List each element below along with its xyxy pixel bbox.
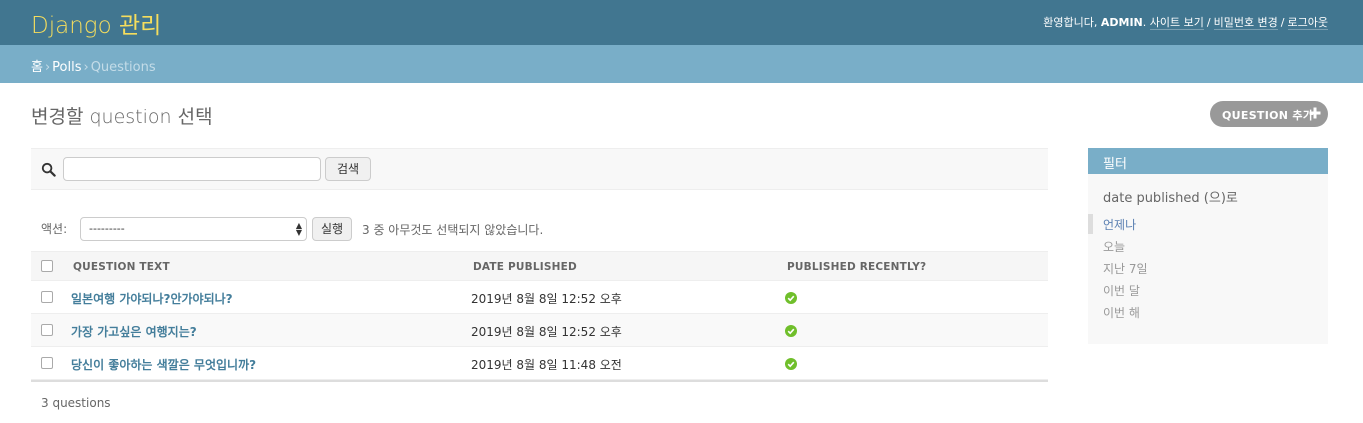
site-header: Django 관리 환영합니다, ADMIN. 사이트 보기 / 비밀번호 변경 / 로… bbox=[0, 0, 1363, 45]
results-table: QUESTION TEXT DATE PUBLISHED PUBLISHED R… bbox=[31, 251, 1048, 382]
search-input[interactable] bbox=[63, 157, 321, 181]
question-link[interactable]: 당신이 좋아하는 색깔은 무엇입니까? bbox=[71, 356, 256, 373]
check-circle-icon bbox=[785, 325, 797, 337]
question-link[interactable]: 가장 가고싶은 여행지는? bbox=[71, 323, 197, 340]
column-date-published[interactable]: DATE PUBLISHED bbox=[473, 261, 577, 273]
filter-list: 언제나 오늘 지난 7일 이번 달 이번 해 bbox=[1088, 214, 1328, 324]
column-question-text[interactable]: QUESTION TEXT bbox=[73, 261, 170, 273]
filter-item-year[interactable]: 이번 해 bbox=[1088, 302, 1328, 324]
check-circle-icon bbox=[785, 358, 797, 370]
table-divider bbox=[31, 380, 1048, 382]
table-header: QUESTION TEXT DATE PUBLISHED PUBLISHED R… bbox=[31, 251, 1048, 281]
filter-panel: 필터 date published (으)로 언제나 오늘 지난 7일 이번 달… bbox=[1088, 148, 1328, 344]
welcome-text: 환영합니다, bbox=[1043, 16, 1098, 29]
date-published-value: 2019년 8월 8일 11:48 오전 bbox=[471, 358, 622, 372]
filter-item-today[interactable]: 오늘 bbox=[1088, 236, 1328, 258]
add-question-button[interactable]: QUESTION 추가 bbox=[1210, 101, 1328, 127]
filter-item-month[interactable]: 이번 달 bbox=[1088, 280, 1328, 302]
date-published-value: 2019년 8월 8일 12:52 오후 bbox=[471, 292, 622, 306]
filter-item-any[interactable]: 언제나 bbox=[1088, 214, 1328, 236]
filter-title: 필터 bbox=[1088, 148, 1328, 174]
question-link[interactable]: 일본여행 가야되나?안가야되나? bbox=[71, 290, 233, 307]
breadcrumb-home[interactable]: 홈 bbox=[31, 60, 43, 75]
breadcrumb: 홈 › Polls › Questions bbox=[0, 45, 1363, 83]
breadcrumb-current: Questions bbox=[90, 60, 156, 75]
check-circle-icon bbox=[785, 292, 797, 304]
plus-icon bbox=[1309, 107, 1321, 119]
run-action-button[interactable]: 실행 bbox=[312, 217, 352, 241]
row-checkbox[interactable] bbox=[41, 324, 53, 336]
paginator: 3 questions bbox=[41, 396, 111, 410]
table-row: 가장 가고싶은 여행지는? 2019년 8월 8일 12:52 오후 bbox=[31, 314, 1048, 347]
select-arrows-icon: ▲ ▼ bbox=[295, 221, 302, 237]
breadcrumb-app[interactable]: Polls bbox=[52, 60, 81, 75]
username: ADMIN bbox=[1100, 16, 1143, 29]
page-title: 변경할 question 선택 bbox=[31, 106, 213, 128]
search-icon bbox=[41, 162, 56, 177]
filter-subtitle: date published (으)로 bbox=[1103, 191, 1238, 206]
date-published-value: 2019년 8월 8일 12:52 오후 bbox=[471, 325, 622, 339]
action-select-value: --------- bbox=[89, 222, 125, 235]
add-question-label: QUESTION 추가 bbox=[1222, 109, 1314, 122]
actions-label: 액션: bbox=[41, 222, 68, 236]
table-row: 당신이 좋아하는 색깔은 무엇입니까? 2019년 8월 8일 11:48 오전 bbox=[31, 347, 1048, 380]
search-button[interactable]: 검색 bbox=[325, 157, 371, 181]
logout-link[interactable]: 로그아웃 bbox=[1287, 16, 1328, 30]
site-brand[interactable]: Django 관리 bbox=[31, 6, 161, 40]
change-password-link[interactable]: 비밀번호 변경 bbox=[1213, 16, 1278, 30]
column-published-recently[interactable]: PUBLISHED RECENTLY? bbox=[787, 261, 926, 273]
filter-item-7days[interactable]: 지난 7일 bbox=[1088, 258, 1328, 280]
action-select[interactable]: --------- ▲ ▼ bbox=[80, 217, 307, 241]
row-checkbox[interactable] bbox=[41, 357, 53, 369]
table-row: 일본여행 가야되나?안가야되나? 2019년 8월 8일 12:52 오후 bbox=[31, 281, 1048, 314]
select-all-checkbox[interactable] bbox=[41, 260, 53, 272]
view-site-link[interactable]: 사이트 보기 bbox=[1149, 16, 1204, 30]
search-toolbar: 검색 bbox=[31, 148, 1048, 190]
row-checkbox[interactable] bbox=[41, 291, 53, 303]
user-tools: 환영합니다, ADMIN. 사이트 보기 / 비밀번호 변경 / 로그아웃 bbox=[1043, 16, 1328, 30]
selection-counter: 3 중 아무것도 선택되지 않았습니다. bbox=[362, 223, 544, 237]
